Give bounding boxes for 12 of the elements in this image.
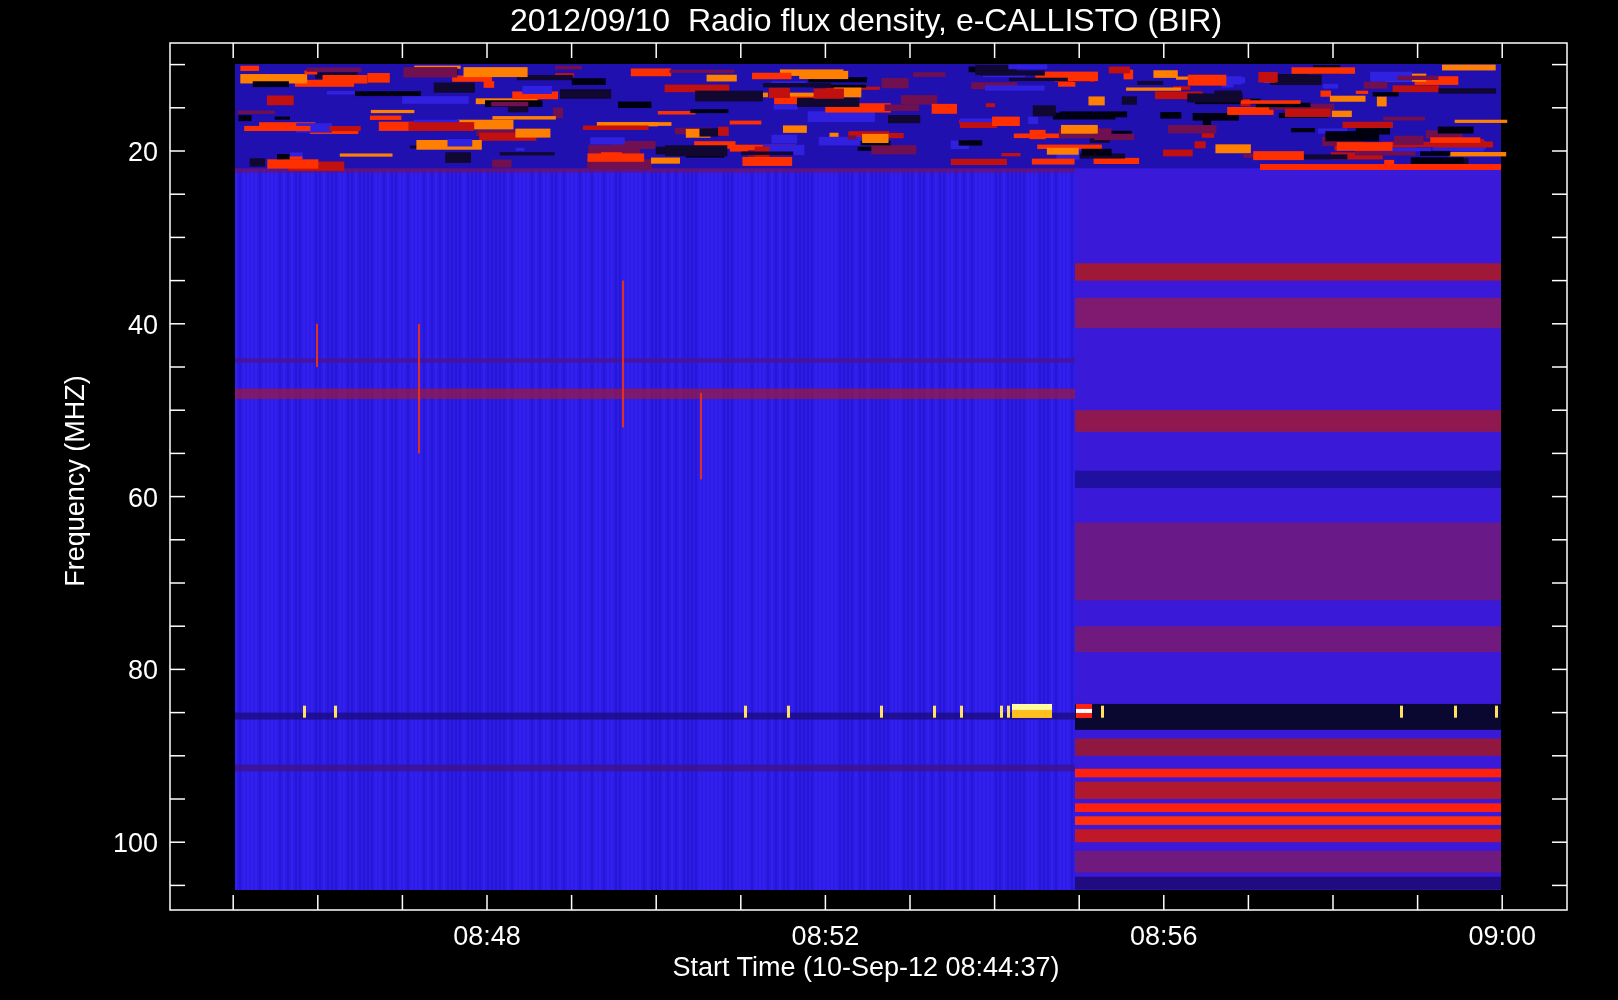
x-tick-label: 08:56	[1130, 921, 1198, 951]
y-tick-label: 40	[127, 309, 158, 340]
x-tick-label: 08:52	[791, 921, 860, 951]
chart-title: 2012/09/10 Radio flux density, e-CALLISTO (BIR)	[509, 2, 1223, 38]
y-tick-label: 80	[127, 655, 158, 686]
x-tick-label: 09:00	[1468, 921, 1536, 951]
y-tick-label: 100	[112, 828, 158, 859]
y-tick-label: 20	[127, 137, 158, 167]
x-axis-label: Start Time (10-Sep-12 08:44:37)	[672, 952, 1060, 982]
y-tick-label: 60	[127, 482, 158, 513]
x-tick-label: 08:48	[453, 921, 521, 951]
y-axis-label: Frequency (MHZ)	[60, 375, 90, 587]
